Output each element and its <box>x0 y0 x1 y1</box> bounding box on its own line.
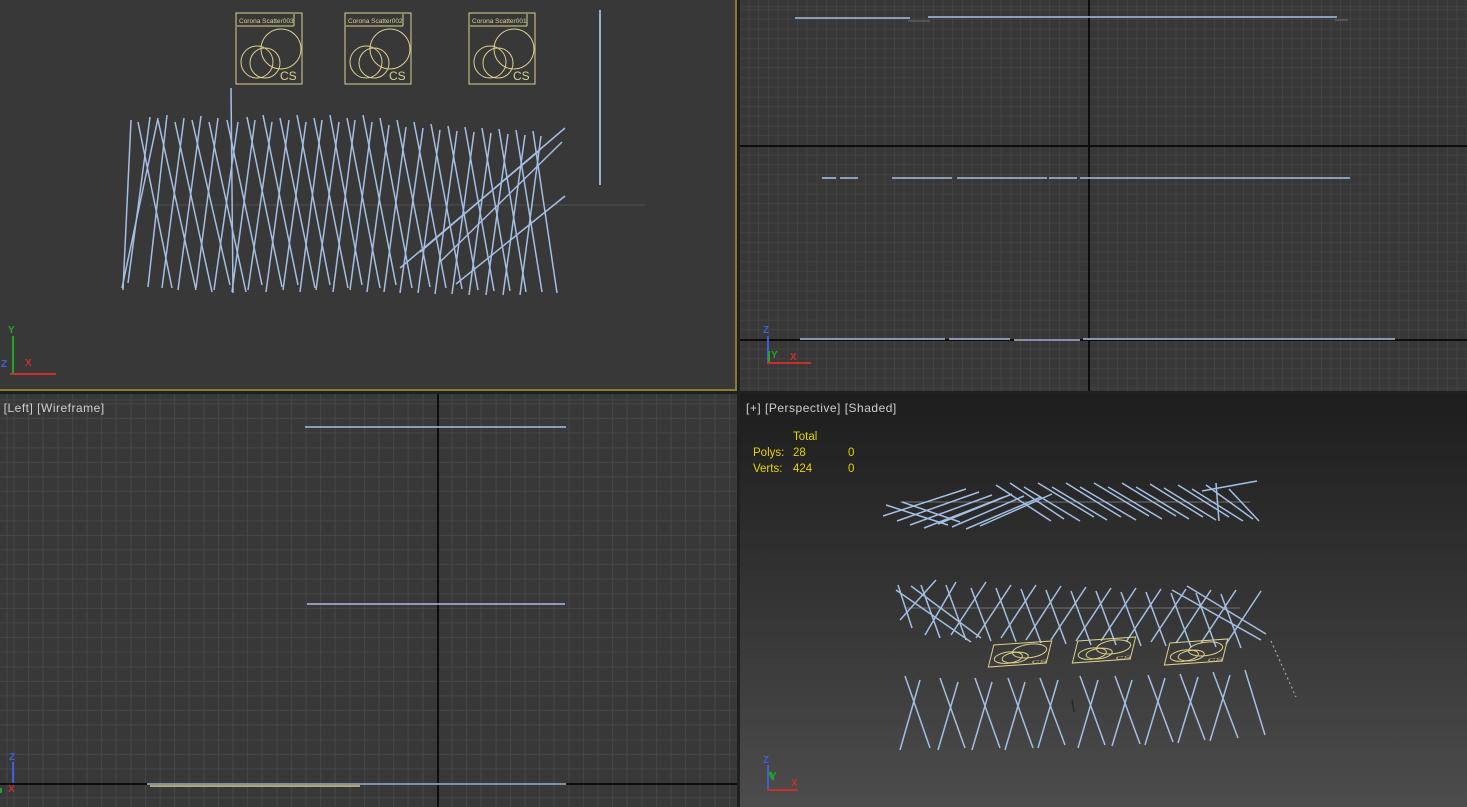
svg-text:CS: CS <box>1207 656 1224 662</box>
viewport-front-canvas: Z Y X <box>763 16 1395 364</box>
svg-text:Corona Scatter001: Corona Scatter001 <box>472 18 527 25</box>
svg-text:X: X <box>791 778 798 789</box>
stats-polys-total: 0 <box>848 447 855 459</box>
svg-text:Corona Scatter002: Corona Scatter002 <box>348 18 403 25</box>
svg-text:CS: CS <box>389 69 406 83</box>
svg-text:X: X <box>8 784 15 795</box>
svg-text:Z: Z <box>763 755 769 766</box>
viewport-label-perspective[interactable]: [+] [Perspective] [Shaded] <box>746 401 897 415</box>
svg-text:Y: Y <box>771 350 778 361</box>
corona-scatter-gizmo[interactable]: CS <box>1164 639 1228 666</box>
objects-layer[interactable] <box>10 10 645 375</box>
stats-verts-label: Verts: <box>753 463 783 475</box>
svg-text:CS: CS <box>280 69 297 83</box>
viewport-top-canvas: Corona Scatter003 CS Corona Scatter002 CS Co… <box>1 10 645 375</box>
viewport-front[interactable]: Z Y X <box>740 0 1467 391</box>
svg-text:CS: CS <box>1115 654 1132 660</box>
svg-text:Z: Z <box>763 325 769 336</box>
axis-tripod-gizmo: ZX <box>8 752 15 795</box>
svg-text:Corona Scatter003: Corona Scatter003 <box>239 18 294 25</box>
stats-verts-total: 0 <box>848 463 855 475</box>
viewport-label-left[interactable]: ] [Left] [Wireframe] <box>0 401 105 415</box>
svg-text:X: X <box>25 358 32 369</box>
svg-text:Y: Y <box>8 325 15 336</box>
viewport-left[interactable]: ZX ] [Left] [Wireframe] <box>0 394 737 807</box>
objects-layer[interactable] <box>767 16 1395 364</box>
corona-scatter-gizmo[interactable]: CS <box>988 641 1052 668</box>
stats-header: Total <box>793 431 818 443</box>
max-quad-viewport-stage: Corona Scatter003 CS Corona Scatter002 CS Co… <box>0 0 1467 807</box>
axis-tripod-gizmo: Y Z X <box>1 325 32 370</box>
svg-text:Y: Y <box>770 771 777 782</box>
scatter-gizmos-layer[interactable]: Corona Scatter003 CS Corona Scatter002 CS Co… <box>235 12 536 85</box>
objects-layer[interactable] <box>767 480 1297 791</box>
svg-text:X: X <box>790 352 797 363</box>
stats-polys-label: Polys: <box>753 447 785 459</box>
viewport-perspective[interactable]: CS CS CS Z Y X [+] [Perspective] [Shaded] Tot… <box>740 394 1467 807</box>
stats-verts-value: 424 <box>793 463 813 475</box>
svg-text:CS: CS <box>513 69 530 83</box>
viewport-top[interactable]: Corona Scatter003 CS Corona Scatter002 CS Co… <box>0 0 737 391</box>
svg-text:CS: CS <box>1031 658 1048 664</box>
scatter-gizmos-layer[interactable]: CS CS CS <box>988 637 1228 668</box>
objects-layer[interactable] <box>0 426 566 793</box>
viewport-left-canvas: ZX <box>0 426 566 795</box>
stats-polys-value: 28 <box>793 447 806 459</box>
svg-text:Z: Z <box>1 359 7 370</box>
svg-text:Z: Z <box>9 752 15 763</box>
corona-scatter-gizmo[interactable]: CS <box>1072 637 1136 664</box>
